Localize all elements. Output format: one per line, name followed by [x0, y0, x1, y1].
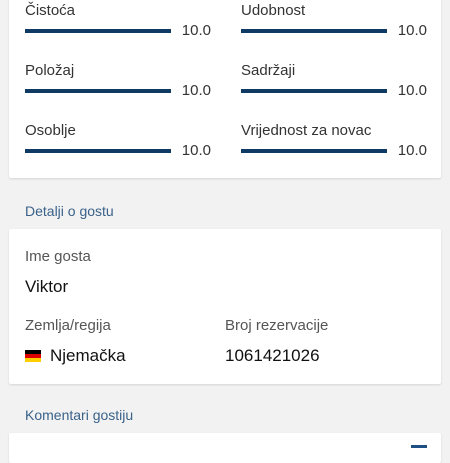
guest-comments-card	[9, 433, 441, 463]
score-bar-fill	[241, 89, 387, 93]
guest-details-card: Ime gosta Viktor Zemlja/regija Njemačka …	[9, 229, 441, 384]
score-label: Čistoća	[25, 2, 76, 19]
score-label: Vrijednost za novac	[241, 122, 372, 139]
score-value-for-money: Vrijednost za novac 10.0	[241, 114, 427, 164]
score-value: 10.0	[397, 82, 427, 99]
score-bar	[241, 29, 387, 33]
score-label: Udobnost	[241, 2, 306, 19]
score-bar-fill	[25, 29, 171, 33]
score-value: 10.0	[181, 142, 211, 159]
country-label: Zemlja/regija	[25, 317, 111, 334]
score-bar	[241, 89, 387, 93]
score-bar-fill	[241, 149, 387, 153]
germany-flag-icon	[25, 350, 41, 362]
score-bar	[25, 29, 171, 33]
score-cleanliness: Čistoća 10.0	[25, 0, 211, 44]
score-bar	[241, 149, 387, 153]
score-label: Osoblje	[25, 122, 76, 139]
booking-number-value: 1061421026	[225, 346, 320, 365]
score-bar	[25, 89, 171, 93]
flag-stripe	[25, 358, 41, 362]
score-value: 10.0	[397, 142, 427, 159]
score-label: Sadržaji	[241, 62, 296, 79]
score-bar-fill	[25, 149, 171, 153]
guest-details-title: Detalji o gostu	[25, 203, 114, 219]
score-bar	[25, 149, 171, 153]
country-value: Njemačka	[50, 346, 126, 365]
score-comfort: Udobnost 10.0	[241, 0, 427, 44]
score-facilities: Sadržaji 10.0	[241, 54, 427, 104]
guest-name-label: Ime gosta	[25, 248, 91, 265]
score-value: 10.0	[397, 22, 427, 39]
score-location: Položaj 10.0	[25, 54, 211, 104]
guest-comments-title: Komentari gostiju	[25, 407, 134, 423]
score-value: 10.0	[181, 82, 211, 99]
booking-number-label: Broj rezervacije	[225, 317, 329, 334]
score-bar-fill	[241, 29, 387, 33]
edit-icon[interactable]	[411, 445, 427, 448]
scores-card: Čistoća 10.0 Udobnost 10.0 Položaj 10.0 …	[9, 0, 441, 178]
score-value: 10.0	[181, 22, 211, 39]
score-bar-fill	[25, 89, 171, 93]
score-label: Položaj	[25, 62, 75, 79]
guest-name-value: Viktor	[25, 277, 69, 296]
score-staff: Osoblje 10.0	[25, 114, 211, 164]
country-value-row: Njemačka	[25, 346, 126, 366]
